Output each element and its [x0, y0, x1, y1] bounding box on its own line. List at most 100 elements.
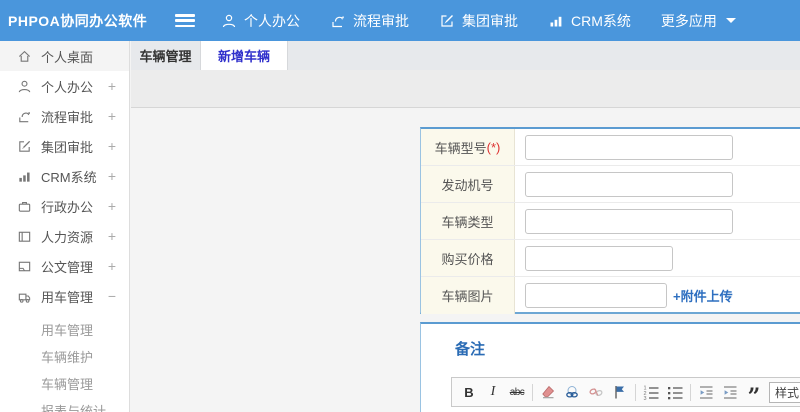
sidebar-item-personal-office[interactable]: 个人办公 +	[0, 71, 129, 101]
sidebar-item-crm-system[interactable]: CRM系统 +	[0, 161, 129, 191]
sidebar: 个人桌面 个人办公 + 流程审批 + 集团审批 + CRM系统 + 行政办公 +…	[0, 41, 130, 412]
user-icon	[17, 79, 32, 94]
attachment-upload-link[interactable]: +附件上传	[673, 286, 733, 305]
unlink-icon[interactable]	[587, 383, 605, 401]
nav-crm-system[interactable]: CRM系统	[548, 11, 631, 31]
hamburger-menu-icon[interactable]	[175, 14, 195, 27]
edit-icon	[17, 139, 32, 154]
vehicle-image-input[interactable]	[525, 283, 667, 308]
style-dropdown-label: 样式	[775, 385, 800, 400]
form-row-image: 车辆图片 +附件上传	[421, 277, 800, 314]
field-label: 车辆类型	[421, 203, 515, 239]
nav-workflow-approval[interactable]: 流程审批	[330, 11, 409, 31]
nav-label: 更多应用	[660, 12, 717, 29]
toolbar-divider	[635, 383, 636, 401]
toolbar-divider	[690, 383, 691, 401]
expand-icon[interactable]: +	[108, 168, 116, 184]
sidebar-item-label: 个人桌面	[41, 49, 94, 65]
richtext-editor-toolbar: B I abc 123 ” 样式	[451, 377, 800, 408]
sidebar-item-label: 流程审批	[41, 109, 94, 125]
sidebar-subitem-vehicle-use[interactable]: 用车管理	[0, 316, 129, 343]
blockquote-button[interactable]: ”	[745, 383, 763, 408]
expand-icon[interactable]: +	[108, 228, 116, 244]
sidebar-subitem-report-statistics[interactable]: 报表与统计	[0, 397, 129, 412]
engine-number-input[interactable]	[525, 171, 733, 197]
home-icon	[17, 49, 32, 64]
form-row-type: 车辆类型	[421, 203, 800, 240]
nav-label: CRM系统	[571, 12, 631, 29]
collapse-icon[interactable]: −	[108, 288, 116, 304]
caret-down-icon	[725, 18, 736, 23]
notes-panel: 备注 B I abc 123 ” 样式	[420, 322, 800, 412]
sidebar-item-label: 个人办公	[41, 79, 94, 95]
nav-more-apps[interactable]: 更多应用	[661, 11, 736, 31]
sidebar-item-label: 公文管理	[41, 259, 94, 275]
sidebar-subitem-vehicle-manage[interactable]: 车辆管理	[0, 370, 129, 397]
sidebar-item-personal-desktop[interactable]: 个人桌面	[0, 41, 129, 71]
field-label: 购买价格	[421, 240, 515, 276]
form-row-model: 车辆型号 (*)	[421, 129, 800, 166]
sidebar-item-admin-office[interactable]: 行政办公 +	[0, 191, 129, 221]
field-label: 车辆图片	[421, 277, 515, 314]
tab-bar: 车辆管理 新增车辆	[131, 41, 800, 70]
expand-icon[interactable]: +	[108, 258, 116, 274]
label-text: 车辆型号	[434, 140, 487, 156]
expand-icon[interactable]: +	[108, 138, 116, 154]
workflow-icon	[330, 13, 346, 29]
link-icon[interactable]	[563, 383, 581, 401]
nav-label: 集团审批	[462, 12, 518, 29]
indent-button[interactable]	[721, 383, 739, 401]
anchor-flag-button[interactable]	[611, 383, 629, 401]
unordered-list-button[interactable]	[666, 383, 684, 401]
sidebar-subitem-vehicle-maintenance[interactable]: 车辆维护	[0, 343, 129, 370]
tab-vehicle-management[interactable]: 车辆管理	[131, 41, 201, 70]
sidebar-submenu-vehicle: 用车管理 车辆维护 车辆管理 报表与统计	[0, 311, 129, 412]
toolbar-strip	[131, 70, 800, 108]
book-icon	[17, 229, 32, 244]
vehicle-model-input[interactable]	[525, 134, 733, 160]
purchase-price-input[interactable]	[525, 245, 673, 271]
workflow-icon	[17, 109, 32, 124]
sidebar-item-vehicle-management[interactable]: 用车管理 −	[0, 281, 129, 311]
outdent-button[interactable]	[697, 383, 715, 401]
nav-label: 流程审批	[353, 12, 409, 29]
sidebar-item-label: 人力资源	[41, 229, 94, 245]
expand-icon[interactable]: +	[108, 78, 116, 94]
sidebar-item-label: CRM系统	[41, 169, 97, 185]
sidebar-item-workflow-approval[interactable]: 流程审批 +	[0, 101, 129, 131]
sidebar-item-document-management[interactable]: 公文管理 +	[0, 251, 129, 281]
edit-icon	[439, 13, 455, 29]
user-icon	[221, 13, 237, 29]
sidebar-item-group-approval[interactable]: 集团审批 +	[0, 131, 129, 161]
app-logo[interactable]: PHPOA协同办公软件	[0, 11, 175, 31]
required-marker: (*)	[486, 139, 501, 155]
sidebar-item-label: 集团审批	[41, 139, 94, 155]
notes-title: 备注	[455, 341, 486, 358]
vehicle-form-panel: 车辆型号 (*) 发动机号 车辆类型 购买价格 车辆图片 +附件上传	[420, 127, 800, 314]
remove-format-button[interactable]	[539, 383, 557, 401]
bar-chart-icon	[548, 13, 564, 29]
field-label: 车辆型号 (*)	[421, 129, 515, 165]
toolbar-divider	[532, 383, 533, 401]
ordered-list-button[interactable]: 123	[642, 383, 660, 401]
field-label: 发动机号	[421, 166, 515, 202]
expand-icon[interactable]: +	[108, 108, 116, 124]
expand-icon[interactable]: +	[108, 198, 116, 214]
briefcase-icon	[17, 199, 32, 214]
strikethrough-button[interactable]: abc	[508, 383, 526, 401]
tab-add-vehicle[interactable]: 新增车辆	[201, 41, 288, 70]
nav-group-approval[interactable]: 集团审批	[439, 11, 518, 31]
form-row-price: 购买价格	[421, 240, 800, 277]
top-navbar: PHPOA协同办公软件 个人办公 流程审批 集团审批 CRM系统 更多应用	[0, 0, 800, 41]
sidebar-item-label: 行政办公	[41, 199, 94, 215]
nav-personal-office[interactable]: 个人办公	[221, 11, 300, 31]
bold-button[interactable]: B	[460, 383, 478, 401]
style-dropdown[interactable]: 样式	[769, 381, 800, 403]
form-row-engine: 发动机号	[421, 166, 800, 203]
document-icon	[17, 259, 32, 274]
italic-button[interactable]: I	[484, 383, 502, 401]
truck-icon	[17, 289, 32, 304]
vehicle-type-input[interactable]	[525, 208, 733, 234]
sidebar-item-human-resources[interactable]: 人力资源 +	[0, 221, 129, 251]
nav-label: 个人办公	[244, 12, 300, 29]
